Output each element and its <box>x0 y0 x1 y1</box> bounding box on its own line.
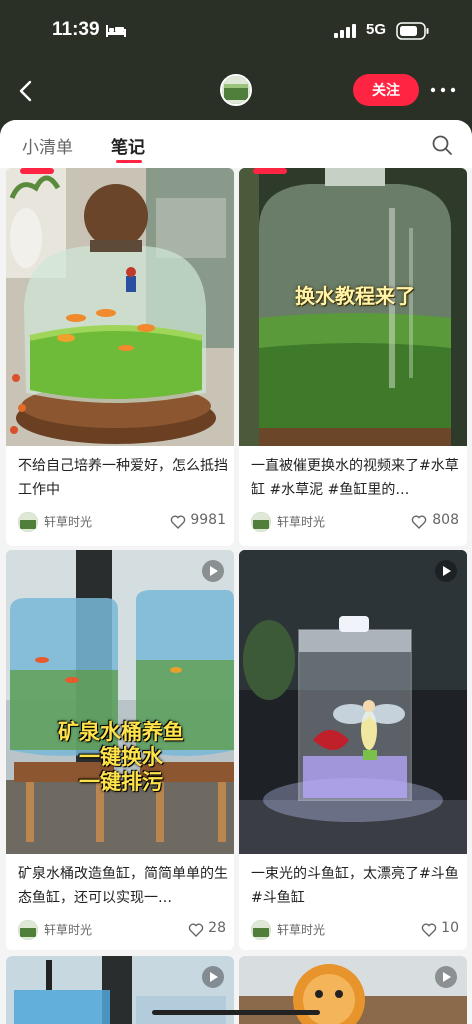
note-cover-image <box>6 168 234 446</box>
active-tab-indicator <box>116 160 142 163</box>
follow-button[interactable]: 关注 <box>353 74 419 106</box>
like-count: 10 <box>441 920 459 936</box>
signal-icon <box>334 24 356 38</box>
network-type: 5G <box>366 21 387 38</box>
back-icon[interactable] <box>10 74 44 108</box>
content-sheet: 小清单 笔记 不给自己培养一种爱好，怎么抵挡工作中 轩草时光 9981 换水教程… <box>0 120 472 1024</box>
overlay-line: 一键排污 <box>79 770 163 794</box>
overlay-line: 一键换水 <box>79 745 163 769</box>
play-icon[interactable] <box>435 560 457 582</box>
note-card[interactable]: 矿泉水桶养鱼 一键换水 一键排污 矿泉水桶改造鱼缸，简简单单的生态鱼缸，还可以实… <box>6 550 234 950</box>
author-avatar-small <box>251 512 271 532</box>
heart-outline-icon[interactable] <box>421 922 437 938</box>
more-dots-icon[interactable] <box>426 78 460 102</box>
like-count: 808 <box>432 512 459 528</box>
heart-outline-icon[interactable] <box>411 514 427 530</box>
note-cover-image <box>239 550 467 854</box>
author-avatar-small <box>18 920 38 940</box>
nav-bar: 关注 <box>0 62 472 120</box>
author-avatar-small <box>18 512 38 532</box>
note-meta: 轩草时光 808 <box>251 512 459 532</box>
status-bar: 11:39 5G <box>0 0 472 62</box>
play-icon[interactable] <box>435 966 457 988</box>
note-meta: 轩草时光 9981 <box>18 512 226 532</box>
note-meta: 轩草时光 28 <box>18 920 226 940</box>
note-card[interactable]: 不给自己培养一种爱好，怎么抵挡工作中 轩草时光 9981 <box>6 168 234 546</box>
play-icon[interactable] <box>202 560 224 582</box>
heart-outline-icon[interactable] <box>170 514 186 530</box>
battery-icon <box>396 22 429 40</box>
home-indicator[interactable] <box>152 1010 320 1015</box>
note-meta: 轩草时光 10 <box>251 920 459 940</box>
author-avatar-small <box>251 920 271 940</box>
tab-list[interactable]: 小清单 <box>22 133 73 158</box>
sleep-mode-icon <box>106 25 126 37</box>
note-title: 矿泉水桶改造鱼缸，简简单单的生态鱼缸，还可以实现一… <box>18 866 228 906</box>
play-icon[interactable] <box>202 966 224 988</box>
author-name: 轩草时光 <box>44 515 93 529</box>
cover-overlay-text: 换水教程来了 <box>295 284 415 308</box>
tab-bar: 小清单 笔记 <box>0 120 472 168</box>
like-count: 28 <box>208 920 226 936</box>
search-icon[interactable] <box>430 133 454 157</box>
author-avatar[interactable] <box>220 74 252 106</box>
tab-notes[interactable]: 笔记 <box>111 133 145 158</box>
cover-overlay-text: 矿泉水桶养鱼 一键换水 一键排污 <box>26 720 216 795</box>
note-title: 一束光的斗鱼缸，太漂亮了#斗鱼 #斗鱼缸 <box>251 866 459 906</box>
note-card[interactable]: 换水教程来了 一直被催更换水的视频来了#水草缸 #水草泥 #鱼缸里的… 轩草时光… <box>239 168 467 546</box>
note-title: 一直被催更换水的视频来了#水草缸 #水草泥 #鱼缸里的… <box>251 458 459 498</box>
overlay-line: 矿泉水桶养鱼 <box>58 720 184 744</box>
author-name: 轩草时光 <box>277 515 326 529</box>
like-count: 9981 <box>190 512 226 528</box>
note-cover-image: 换水教程来了 <box>239 168 467 446</box>
note-cover-image: 矿泉水桶养鱼 一键换水 一键排污 <box>6 550 234 854</box>
heart-outline-icon[interactable] <box>188 922 204 938</box>
author-name: 轩草时光 <box>44 923 93 937</box>
note-card[interactable]: 一束光的斗鱼缸，太漂亮了#斗鱼 #斗鱼缸 轩草时光 10 <box>239 550 467 950</box>
status-time: 11:39 <box>52 19 100 40</box>
note-title: 不给自己培养一种爱好，怎么抵挡工作中 <box>18 458 228 498</box>
author-name: 轩草时光 <box>277 923 326 937</box>
